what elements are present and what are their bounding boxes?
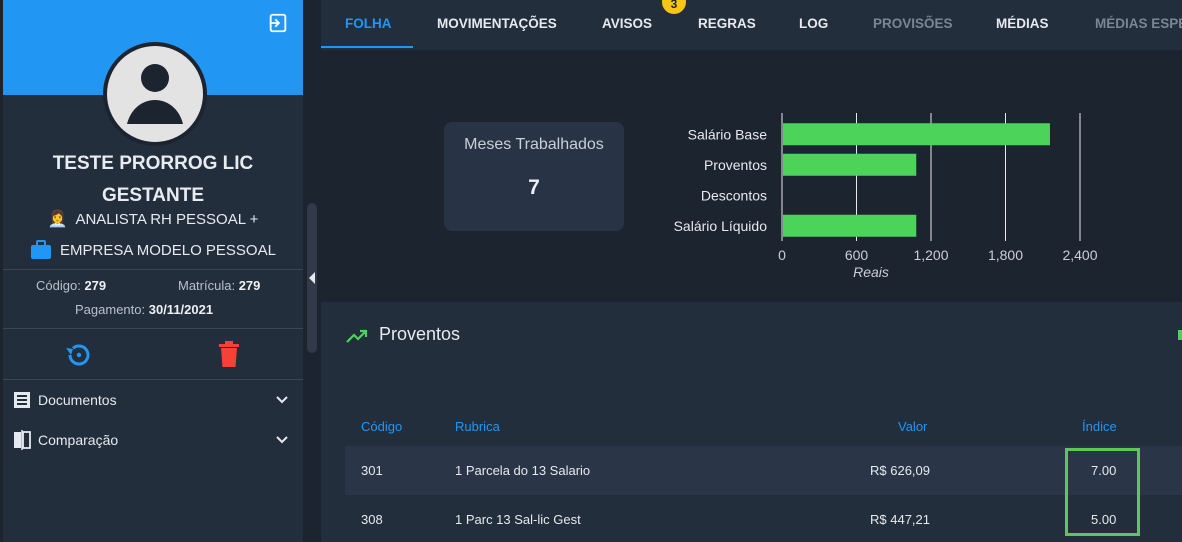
months-worked-label: Meses Trabalhados: [464, 136, 604, 153]
tab-provisoes: PROVISÕES: [873, 16, 953, 31]
sidebar-item-label: Documentos: [38, 392, 117, 408]
avatar: [103, 42, 207, 146]
briefcase-icon: [31, 240, 52, 259]
employee-sidebar: TESTE PRORROG LIC GESTANTE 👩‍💼 ANALISTA …: [3, 0, 303, 542]
pagamento-info: Pagamento: 30/11/2021: [75, 302, 213, 317]
tab-movimentacoes[interactable]: MOVIMENTAÇÕES: [437, 0, 557, 50]
tab-avisos[interactable]: AVISOS: [602, 0, 652, 50]
chart-x-tick-label: 1,800: [988, 247, 1023, 263]
matricula-label: Matrícula:: [178, 278, 236, 293]
employee-company: EMPRESA MODELO PESSOAL: [3, 240, 303, 260]
divider: [3, 269, 303, 270]
pagamento-label: Pagamento:: [75, 302, 146, 317]
cell-codigo: 308: [361, 512, 383, 527]
cell-valor: R$ 626,09: [870, 463, 930, 478]
trash-icon[interactable]: [217, 340, 241, 368]
tab-medias-especiais: MÉDIAS ESPE: [1095, 16, 1182, 31]
person-icon: [127, 64, 183, 124]
chart-x-tick-label: 600: [845, 247, 869, 263]
col-header-rubrica[interactable]: Rubrica: [455, 419, 500, 434]
divider: [3, 328, 303, 329]
chart-y-tick-label: Salário Base: [688, 126, 768, 142]
col-header-indice[interactable]: Índice: [1082, 419, 1117, 434]
matricula-value: 279: [238, 278, 261, 293]
months-worked-card: Meses Trabalhados 7: [444, 122, 624, 231]
codigo-info: Código: 279: [36, 278, 106, 293]
chart-y-tick-label: Salário Líquido: [674, 218, 768, 234]
employee-role-icon: 👩‍💼: [47, 211, 68, 228]
chart-x-tick-label: 1,200: [913, 247, 948, 263]
codigo-label: Código:: [36, 278, 81, 293]
active-tab-indicator: [321, 46, 413, 48]
chart-x-axis-label: Reais: [853, 264, 889, 280]
col-header-valor[interactable]: Valor: [898, 419, 927, 434]
tab-medias[interactable]: MÉDIAS: [996, 0, 1049, 50]
employee-role-label: ANALISTA RH PESSOAL +: [75, 210, 259, 228]
chart-y-tick-label: Descontos: [701, 187, 767, 203]
chart-x-tick-label: 2,400: [1062, 247, 1097, 263]
codigo-value: 279: [84, 278, 107, 293]
chart-bar: [783, 214, 917, 237]
highlight-box: [1065, 448, 1140, 536]
chart-bar: [783, 123, 1050, 146]
matricula-info: Matrícula: 279: [178, 278, 260, 293]
compare-icon: [12, 430, 32, 450]
document-list-icon: [12, 390, 32, 410]
panel-edge-indicator: [1178, 330, 1182, 340]
logout-icon[interactable]: [267, 12, 289, 34]
months-worked-value: 7: [528, 176, 540, 199]
payroll-bar-chart: 0 600 1,200 1,800 2,400 Salário Base Proventos…: [674, 113, 1098, 280]
cell-codigo: 301: [361, 463, 383, 478]
employee-role: 👩‍💼 ANALISTA RH PESSOAL +: [3, 209, 303, 229]
cell-rubrica: 1 Parc 13 Sal-lic Gest: [455, 512, 581, 527]
tab-bar: FOLHA MOVIMENTAÇÕES AVISOS REGRAS LOG PR…: [321, 0, 1182, 50]
pagamento-value: 30/11/2021: [148, 302, 214, 317]
employee-company-label: EMPRESA MODELO PESSOAL: [60, 241, 276, 259]
trending-up-icon: [346, 329, 368, 343]
tab-regras[interactable]: REGRAS: [698, 0, 756, 50]
chart-x-tick-label: 0: [778, 247, 786, 263]
col-header-codigo[interactable]: Código: [361, 419, 402, 434]
sidebar-item-documentos[interactable]: Documentos: [3, 380, 303, 420]
proventos-panel: Proventos Código Rubrica Valor Índice 30…: [321, 302, 1182, 542]
collapse-sidebar-icon[interactable]: [309, 272, 315, 284]
chevron-down-icon: [276, 436, 288, 444]
cell-valor: R$ 447,21: [870, 512, 930, 527]
tab-folha[interactable]: FOLHA: [345, 0, 392, 50]
chevron-down-icon: [276, 396, 288, 404]
table-row[interactable]: 308 1 Parc 13 Sal-lic Gest R$ 447,21 5.0…: [345, 495, 1182, 542]
sidebar-item-comparacao[interactable]: Comparação: [3, 420, 303, 460]
cell-rubrica: 1 Parcela do 13 Salario: [455, 463, 591, 478]
table-row[interactable]: 301 1 Parcela do 13 Salario R$ 626,09 7.…: [345, 446, 1182, 495]
tab-log[interactable]: LOG: [799, 0, 828, 50]
chart-y-tick-label: Proventos: [704, 157, 767, 173]
proventos-title: Proventos: [379, 324, 461, 344]
sidebar-item-label: Comparação: [38, 432, 119, 448]
restore-icon[interactable]: [63, 340, 93, 370]
chart-bar: [783, 153, 917, 176]
employee-name: TESTE PRORROG LIC GESTANTE: [52, 153, 254, 206]
